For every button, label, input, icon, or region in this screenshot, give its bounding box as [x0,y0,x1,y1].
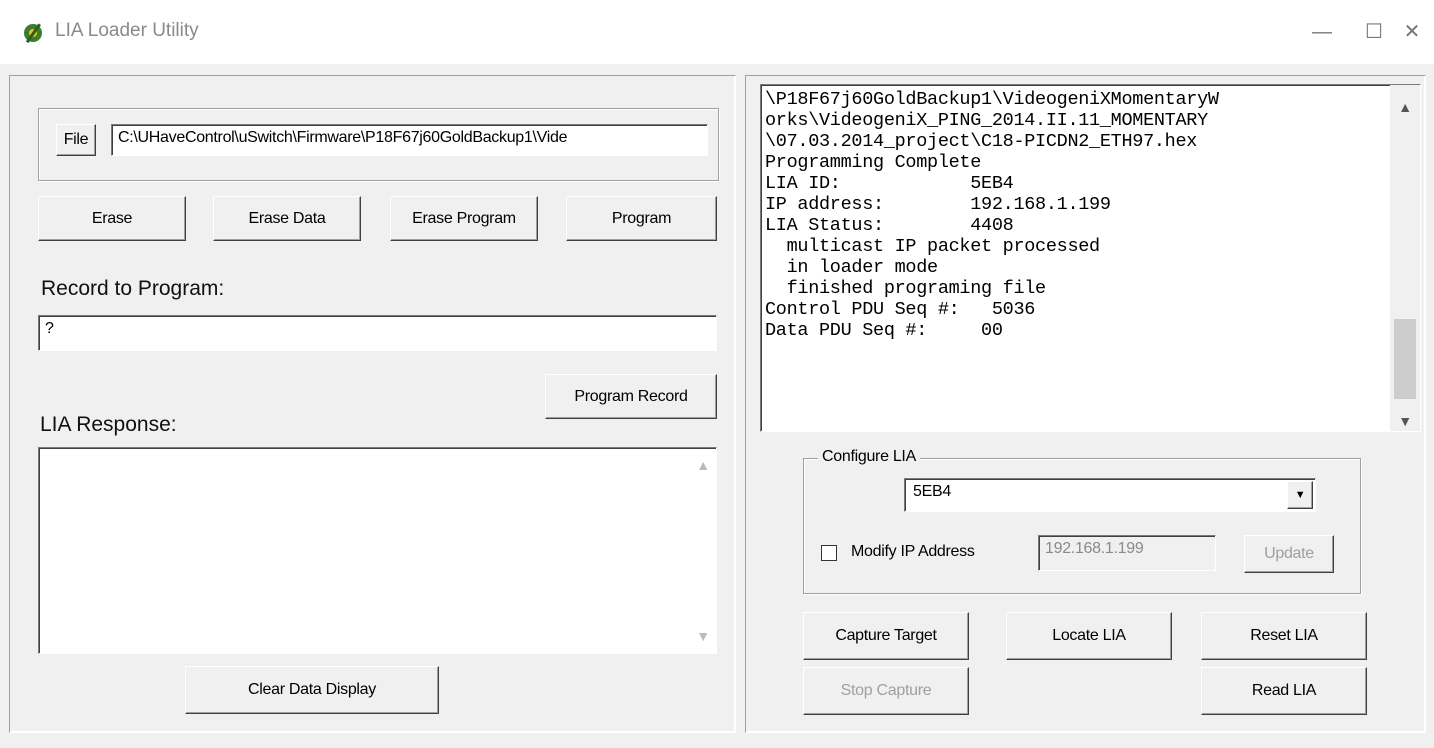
record-input[interactable]: ? [38,315,717,351]
log-line: multicast IP packet processed [765,236,1101,257]
read-lia-button[interactable]: Read LIA [1201,667,1367,715]
title-bar: LIA Loader Utility — ☐ ✕ [0,0,1434,64]
lia-select[interactable]: 5EB4 ▼ [904,478,1316,512]
scroll-down-icon[interactable]: ▼ [1390,413,1420,429]
locate-lia-button[interactable]: Locate LIA [1006,612,1172,660]
erase-program-button[interactable]: Erase Program [390,196,538,241]
update-button[interactable]: Update [1244,535,1334,573]
log-line: \07.03.2014_project\C18-PICDN2_ETH97.hex [765,131,1198,152]
log-line: LIA Status: 4408 [765,215,1014,236]
lia-response-label: LIA Response: [40,413,177,436]
capture-target-button[interactable]: Capture Target [803,612,969,660]
scroll-up-icon[interactable]: ▲ [1390,99,1420,115]
file-button[interactable]: File [56,124,96,156]
log-line: Data PDU Seq #: 00 [765,320,1003,341]
scroll-thumb[interactable] [1394,319,1416,399]
dropdown-arrow-icon[interactable]: ▼ [1287,481,1313,509]
lia-select-value: 5EB4 [913,483,951,500]
program-record-button[interactable]: Program Record [545,374,717,419]
log-line: \P18F67j60GoldBackup1\VideogeniXMomentar… [765,89,1219,110]
record-to-program-label: Record to Program: [41,277,225,300]
modify-ip-label: Modify IP Address [851,543,975,560]
scroll-down-icon[interactable]: ▼ [691,628,715,644]
response-scrollbar[interactable]: ▲ ▼ [691,449,715,652]
log-line: finished programing file [765,278,1047,299]
log-line: Programming Complete [765,152,982,173]
lia-response-text [39,448,716,460]
file-path-field[interactable]: C:\UHaveControl\uSwitch\Firmware\P18F67j… [111,124,708,156]
configure-lia-label: Configure LIA [818,448,920,466]
lia-response-textarea[interactable]: ▲ ▼ [38,447,717,654]
log-output[interactable]: \P18F67j60GoldBackup1\VideogeniXMomentar… [760,84,1421,432]
app-icon [22,22,44,44]
log-line: LIA ID: 5EB4 [765,173,1014,194]
erase-data-button[interactable]: Erase Data [213,196,361,241]
log-line: orks\VideogeniX_PING_2014.II.11_MOMENTAR… [765,110,1208,131]
window-title: LIA Loader Utility [55,20,199,41]
erase-button[interactable]: Erase [38,196,186,241]
modify-ip-checkbox[interactable] [821,545,837,561]
log-line: Control PDU Seq #: 5036 [765,299,1036,320]
log-line: in loader mode [765,257,939,278]
clear-data-display-button[interactable]: Clear Data Display [185,666,439,714]
close-icon[interactable]: ✕ [1390,14,1434,50]
program-button[interactable]: Program [566,196,717,241]
log-scrollbar[interactable]: ▲ ▼ [1390,85,1420,431]
ip-address-field[interactable]: 192.168.1.199 [1038,535,1216,571]
reset-lia-button[interactable]: Reset LIA [1201,612,1367,660]
scroll-up-icon[interactable]: ▲ [691,457,715,473]
log-line: IP address: 192.168.1.199 [765,194,1111,215]
stop-capture-button[interactable]: Stop Capture [803,667,969,715]
minimize-icon[interactable]: — [1300,14,1344,50]
